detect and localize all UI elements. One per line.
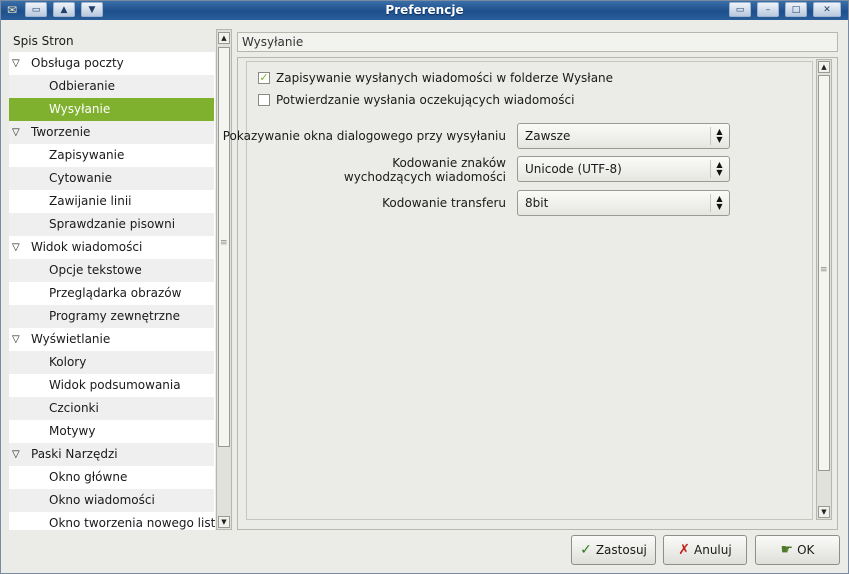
tree-item-label: Wysyłanie — [49, 102, 111, 116]
tree-item-label: Widok wiadomości — [31, 240, 143, 254]
settings-scroll-grip-icon: ≡ — [820, 265, 828, 275]
tree-item-label: Okno główne — [49, 470, 128, 484]
charset-label-line1: Kodowanie znaków — [392, 156, 506, 170]
tree-item[interactable]: Odbieranie — [9, 75, 214, 98]
title-bar[interactable]: ✉ ▭ ▲ ▼ Preferencje ▭ – □ ✕ — [1, 1, 848, 20]
charset-label-line2: wychodzących wiadomości — [343, 170, 506, 184]
charset-combo-value: Unicode (UTF-8) — [525, 162, 622, 176]
dialog-combo-value: Zawsze — [525, 129, 571, 143]
save-sent-checkbox[interactable]: ✓ — [258, 72, 270, 84]
tree-group[interactable]: ▽ Wyświetlanie — [9, 328, 214, 351]
cancel-button[interactable]: ✗ Anuluj — [663, 535, 747, 565]
tree-item[interactable]: Zapisywanie — [9, 144, 214, 167]
combo-arrows-icon: ▲ ▼ — [710, 160, 728, 178]
dialog-combo[interactable]: Zawsze ▲ ▼ — [517, 123, 730, 149]
tree-item-label: Programy zewnętrzne — [49, 309, 180, 323]
apply-button-label: Zastosuj — [595, 543, 647, 557]
transfer-combo-value: 8bit — [525, 196, 549, 210]
tree-item-label: Odbieranie — [49, 79, 116, 93]
tree-item-label: Paski Narzędzi — [31, 447, 118, 461]
tree-scroll-up-button[interactable]: ▲ — [218, 32, 230, 44]
tree-item[interactable]: Przeglądarka obrazów — [9, 282, 214, 305]
dialog-label: Pokazywanie okna dialogowego przy wysyła… — [222, 129, 506, 143]
tree-item-label: Czcionki — [49, 401, 99, 415]
check-icon: ✓ — [580, 542, 592, 558]
cross-icon: ✗ — [678, 542, 691, 558]
maximize-button[interactable]: □ — [785, 2, 807, 17]
tree-item-label: Okno wiadomości — [49, 493, 155, 507]
combo-arrows-icon: ▲ ▼ — [710, 127, 728, 145]
tree-item[interactable]: Sprawdzanie pisowni — [9, 213, 214, 236]
expander-icon[interactable]: ▽ — [12, 236, 24, 259]
tree-item[interactable]: Cytowanie — [9, 167, 214, 190]
tree-scroll-grip-icon: ≡ — [220, 238, 228, 248]
expander-icon[interactable]: ▽ — [12, 443, 24, 466]
tree-item[interactable]: Okno wiadomości — [9, 489, 214, 512]
cancel-button-label: Anuluj — [694, 543, 732, 557]
minimize-button[interactable]: – — [757, 2, 779, 17]
tree-header[interactable]: Spis Stron — [7, 29, 215, 51]
charset-combo[interactable]: Unicode (UTF-8) ▲ ▼ — [517, 156, 730, 182]
tree-item-label: Motywy — [49, 424, 96, 438]
tree-item-label: Zapisywanie — [49, 148, 125, 162]
tree-item[interactable]: Czcionki — [9, 397, 214, 420]
save-sent-label: Zapisywanie wysłanych wiadomości w folde… — [276, 71, 614, 85]
page-tree[interactable]: ▽ Obsługa poczty Odbieranie Wysyłanie ▽ Tworz… — [9, 52, 215, 530]
tree-item-label: Zawijanie linii — [49, 194, 132, 208]
tree-item[interactable]: Kolory — [9, 351, 214, 374]
settings-scroll-down-button[interactable]: ▼ — [818, 506, 830, 518]
expander-icon[interactable]: ▽ — [12, 52, 24, 75]
tree-item-label: Wyświetlanie — [31, 332, 111, 346]
close-button[interactable]: ✕ — [813, 2, 841, 17]
tree-item-label: Kolory — [49, 355, 87, 369]
ok-button-label: OK — [797, 543, 815, 557]
ok-hand-icon: ☛ — [780, 542, 794, 558]
tree-item[interactable]: Okno główne — [9, 466, 214, 489]
tree-item[interactable]: Motywy — [9, 420, 214, 443]
preferences-window: ✉ ▭ ▲ ▼ Preferencje ▭ – □ ✕ Spis Stron ▽… — [0, 0, 849, 574]
expander-icon[interactable]: ▽ — [12, 121, 24, 144]
confirm-queued-checkbox[interactable] — [258, 94, 270, 106]
tree-item-label: Przeglądarka obrazów — [49, 286, 182, 300]
tree-item-label: Sprawdzanie pisowni — [49, 217, 176, 231]
tree-item-label: Okno tworzenia nowego listu — [49, 516, 215, 530]
page-title: Wysyłanie — [237, 32, 838, 52]
tree-item[interactable]: Okno tworzenia nowego listu — [9, 512, 215, 530]
tree-item-label: Widok podsumowania — [49, 378, 181, 392]
settings-scroll-up-button[interactable]: ▲ — [818, 61, 830, 73]
expander-icon[interactable]: ▽ — [12, 328, 24, 351]
window-title: Preferencje — [385, 3, 464, 17]
combo-arrows-icon: ▲ ▼ — [710, 194, 728, 212]
tree-group[interactable]: ▽ Widok wiadomości — [9, 236, 214, 259]
tree-item-label: Opcje tekstowe — [49, 263, 142, 277]
tree-item[interactable]: Widok podsumowania — [9, 374, 214, 397]
tree-group[interactable]: ▽ Paski Narzędzi — [9, 443, 214, 466]
confirm-queued-label: Potwierdzanie wysłania oczekujących wiad… — [276, 93, 575, 107]
tree-item-label: Obsługa poczty — [31, 56, 124, 70]
tree-scroll-down-button[interactable]: ▼ — [218, 516, 230, 528]
tree-item[interactable]: Programy zewnętrzne — [9, 305, 214, 328]
tree-item-label: Tworzenie — [31, 125, 91, 139]
transfer-combo[interactable]: 8bit ▲ ▼ — [517, 190, 730, 216]
tree-item-label: Cytowanie — [49, 171, 113, 185]
transfer-label: Kodowanie transferu — [382, 196, 506, 210]
apply-button[interactable]: ✓ Zastosuj — [571, 535, 656, 565]
restore-icon[interactable]: ▭ — [729, 2, 751, 17]
tree-group[interactable]: ▽ Obsługa poczty — [9, 52, 214, 75]
ok-button[interactable]: ☛ OK — [755, 535, 840, 565]
tree-item[interactable]: Wysyłanie — [9, 98, 214, 121]
tree-group[interactable]: ▽ Tworzenie — [9, 121, 214, 144]
tree-item[interactable]: Opcje tekstowe — [9, 259, 214, 282]
tree-item[interactable]: Zawijanie linii — [9, 190, 214, 213]
